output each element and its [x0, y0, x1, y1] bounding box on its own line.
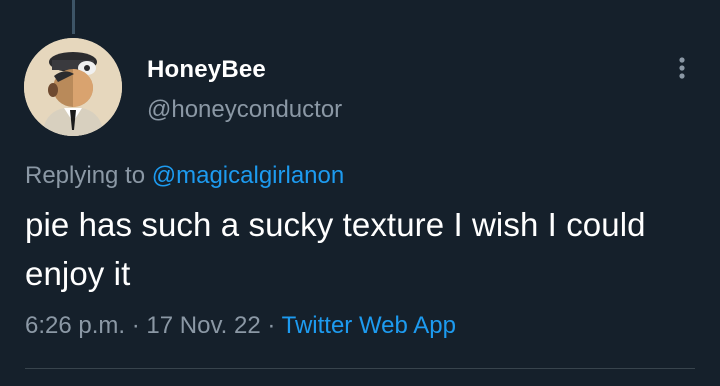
replying-to-mention-link[interactable]: @magicalgirlanon [152, 162, 344, 189]
avatar[interactable] [24, 38, 122, 136]
meta-separator: · [267, 312, 276, 339]
replying-to-prefix: Replying to [25, 162, 146, 189]
author-handle[interactable]: @honeyconductor [147, 96, 342, 124]
divider [25, 368, 695, 369]
tweet-text: pie has such a sucky texture I wish I co… [25, 206, 646, 292]
thread-connector-line [72, 0, 75, 34]
tweet-metadata: 6:26 p.m. · 17 Nov. 22 · Twitter Web App [25, 312, 456, 340]
replying-to-line: Replying to @magicalgirlanon [25, 162, 344, 190]
tweet-source-link[interactable]: Twitter Web App [282, 312, 456, 339]
tweet-time[interactable]: 6:26 p.m. [25, 312, 125, 339]
meta-separator: · [131, 312, 140, 339]
tweet-date[interactable]: 17 Nov. 22 [146, 312, 260, 339]
avatar-image [24, 38, 122, 136]
author-display-name[interactable]: HoneyBee [147, 56, 266, 84]
more-vertical-icon[interactable] [670, 52, 694, 84]
